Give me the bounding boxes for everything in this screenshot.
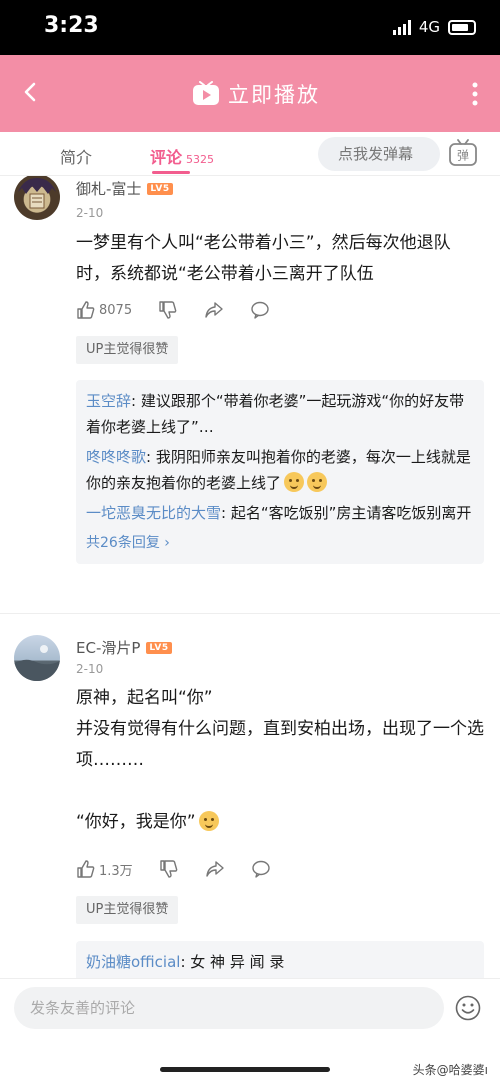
up-liked-badge: UP主觉得很赞 bbox=[76, 336, 179, 364]
level-badge: LV5 bbox=[147, 182, 173, 195]
up-liked-badge: UP主觉得很赞 bbox=[76, 896, 179, 924]
reply-author[interactable]: 咚咚咚歌 bbox=[86, 448, 146, 466]
reply-author[interactable]: 奶油糖official bbox=[86, 953, 180, 971]
thumbs-up-icon bbox=[77, 860, 95, 878]
comment-input[interactable]: 发条友善的评论 bbox=[14, 987, 444, 1029]
reply-author[interactable]: 一坨恶臭无比的大雪 bbox=[86, 504, 221, 522]
battery-icon bbox=[448, 19, 476, 35]
laughing-emoji-icon bbox=[284, 472, 305, 492]
emoji-picker-icon[interactable] bbox=[455, 995, 481, 1021]
comment-actions: 8075 bbox=[76, 300, 296, 320]
reply-button[interactable] bbox=[250, 300, 270, 320]
tab-comments[interactable]: 评论 5325 bbox=[150, 144, 214, 168]
play-now-label: 立即播放 bbox=[228, 83, 320, 107]
comment-text-fragment: “你好，我是你” bbox=[76, 812, 196, 832]
share-button[interactable] bbox=[204, 300, 224, 320]
comment-actions: 1.3万 bbox=[76, 859, 297, 879]
danmaku-icon-label: 弹 bbox=[457, 149, 469, 163]
username: 御札-富士 bbox=[76, 180, 142, 198]
comment-text: 原神，起名叫“你” 并没有觉得有什么问题，直到安柏出场，出现了一个选项……… “… bbox=[76, 683, 484, 838]
comment-divider bbox=[0, 613, 500, 614]
laughing-emoji-icon bbox=[198, 811, 219, 831]
danmaku-toggle-icon[interactable]: 弹 bbox=[448, 139, 478, 167]
reply-text: : 建议跟那个“带着你老婆”一起玩游戏“你的好友带着你老婆上线了”… bbox=[86, 392, 465, 436]
comment-text-line: 并没有觉得有什么问题，直到安柏出场，出现了一个选项……… bbox=[76, 719, 484, 770]
share-icon bbox=[205, 302, 223, 318]
top-nav-bar: 立即播放 bbox=[0, 55, 500, 132]
comment-bubble-icon bbox=[251, 301, 269, 319]
avatar-image bbox=[18, 178, 56, 209]
reply-author[interactable]: 玉空辞 bbox=[86, 392, 131, 410]
reply-preview-box[interactable]: 奶油糖official: 女 神 异 闻 录 bbox=[76, 941, 484, 978]
tab-intro[interactable]: 简介 bbox=[60, 144, 92, 168]
tab-bar: 简介 评论 5325 点我发弹幕 弹 bbox=[0, 132, 500, 176]
more-options-icon[interactable] bbox=[470, 81, 480, 107]
comment-list: 御札-富士 LV5 2-10 一梦里有个人叫“老公带着小三”，然后每次他退队时，… bbox=[0, 176, 500, 978]
status-bar: 3:23 4G bbox=[0, 0, 500, 55]
like-button[interactable]: 8075 bbox=[76, 300, 132, 320]
laughing-emoji-icon bbox=[307, 472, 328, 492]
comment-text-line: “你好，我是你” bbox=[76, 807, 484, 838]
comment-author[interactable]: 御札-富士 LV5 bbox=[76, 178, 173, 199]
danmaku-input[interactable]: 点我发弹幕 bbox=[318, 137, 440, 171]
comment-text-line bbox=[76, 776, 484, 807]
level-badge: LV5 bbox=[146, 641, 172, 654]
avatar[interactable] bbox=[14, 635, 60, 681]
comment-text: 一梦里有个人叫“老公带着小三”，然后每次他退队时，系统都说“老公带着小三离开了队… bbox=[76, 233, 451, 284]
signal-icon bbox=[392, 19, 411, 35]
avatar[interactable] bbox=[14, 176, 60, 220]
thumbs-up-icon bbox=[77, 301, 95, 319]
home-indicator bbox=[160, 1067, 330, 1072]
view-all-replies-link[interactable]: 共26条回复 › bbox=[86, 530, 474, 556]
play-now-button[interactable]: 立即播放 bbox=[192, 79, 320, 109]
thumbs-down-icon bbox=[159, 301, 177, 319]
comment-count: 5325 bbox=[186, 153, 215, 166]
like-count: 1.3万 bbox=[99, 863, 133, 879]
comment-text-line: 原神，起名叫“你” bbox=[76, 688, 213, 708]
active-tab-indicator bbox=[152, 171, 190, 174]
share-icon bbox=[205, 861, 224, 877]
reply-item: 咚咚咚歌: 我阴阳师亲友叫抱着你的老婆，每次一上线就是你的亲友抱着你的老婆上线了 bbox=[86, 444, 474, 496]
tab-comments-label: 评论 bbox=[150, 148, 183, 167]
tv-play-icon bbox=[193, 81, 219, 105]
comment-input-bar: 发条友善的评论 头条@哈婆婆ı bbox=[0, 978, 500, 1082]
username: EC-滑片P bbox=[76, 639, 141, 657]
reply-text: : 女 神 异 闻 录 bbox=[180, 953, 285, 971]
reply-item: 奶油糖official: 女 神 异 闻 录 bbox=[86, 949, 474, 975]
comment-date: 2-10 bbox=[76, 206, 104, 220]
status-time: 3:23 bbox=[44, 13, 99, 38]
comment-date: 2-10 bbox=[76, 662, 104, 676]
thumbs-down-icon bbox=[159, 860, 178, 878]
reply-item: 玉空辞: 建议跟那个“带着你老婆”一起玩游戏“你的好友带着你老婆上线了”… bbox=[86, 388, 474, 440]
comment-bubble-icon bbox=[251, 860, 270, 878]
like-button[interactable]: 1.3万 bbox=[76, 859, 133, 879]
like-count: 8075 bbox=[99, 302, 133, 318]
network-label: 4G bbox=[418, 18, 440, 36]
back-arrow-icon[interactable] bbox=[16, 77, 46, 107]
reply-item: 一坨恶臭无比的大雪: 起名“客吃饭别”房主请客吃饭别离开 bbox=[86, 500, 474, 526]
reply-text: : 起名“客吃饭别”房主请客吃饭别离开 bbox=[221, 504, 472, 522]
watermark: 头条@哈婆婆ı bbox=[412, 1063, 488, 1077]
reply-preview-box[interactable]: 玉空辞: 建议跟那个“带着你老婆”一起玩游戏“你的好友带着你老婆上线了”… 咚咚… bbox=[76, 380, 484, 564]
dislike-button[interactable] bbox=[158, 300, 178, 320]
share-button[interactable] bbox=[205, 859, 225, 879]
dislike-button[interactable] bbox=[159, 859, 179, 879]
avatar-image bbox=[14, 645, 60, 681]
comment-author[interactable]: EC-滑片P LV5 bbox=[76, 637, 172, 658]
reply-button[interactable] bbox=[251, 859, 271, 879]
